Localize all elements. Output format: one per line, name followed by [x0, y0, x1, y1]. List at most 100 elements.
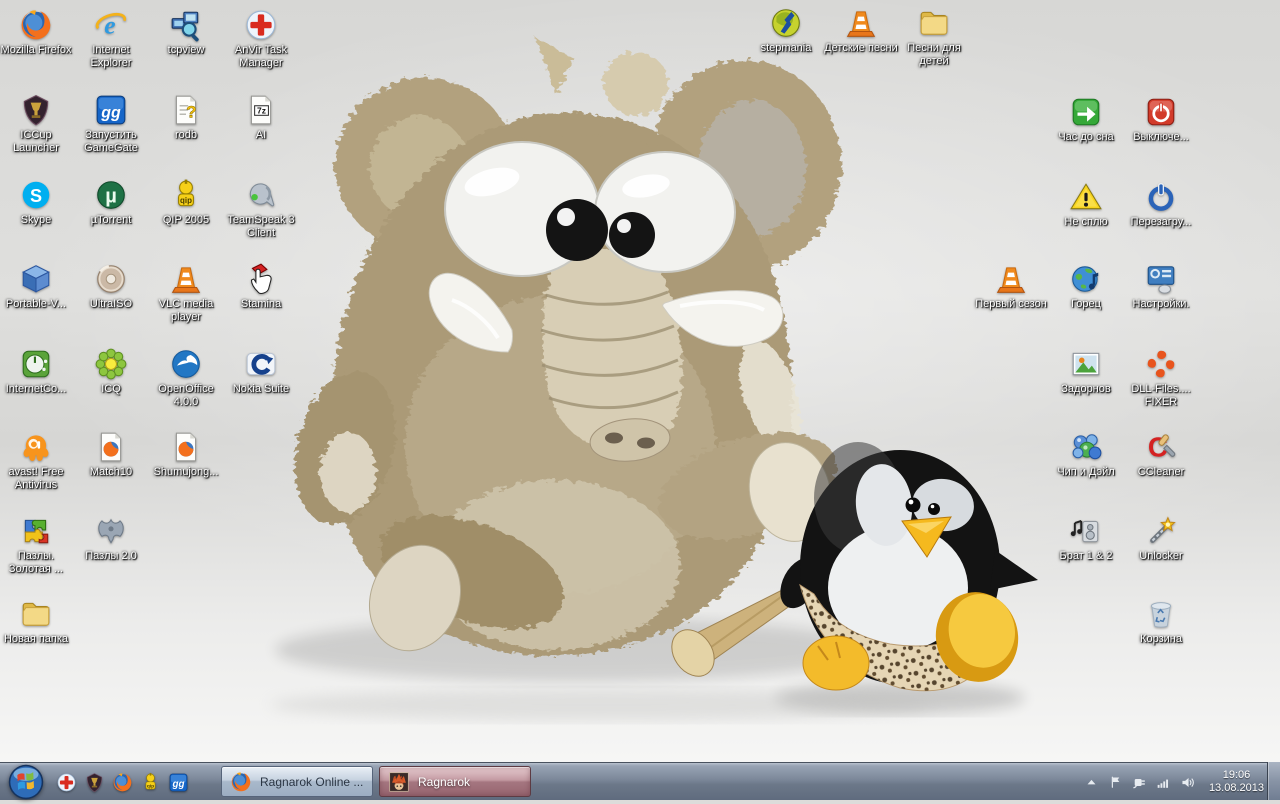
svg-text:µ: µ — [105, 185, 117, 207]
desktop-icon-label: CCleaner — [1137, 466, 1185, 478]
desktop-icon-label: tcpview — [167, 44, 205, 56]
desktop-icon-brat-1-i-2[interactable]: Брат 1 & 2 — [1046, 514, 1126, 563]
picture-icon — [1069, 347, 1103, 381]
desktop-icon-zadornov[interactable]: Задорнов — [1046, 347, 1126, 396]
desktop-icon-teamspeak-3-client[interactable]: TeamSpeak 3 Client — [221, 178, 301, 240]
desktop-icon-label: QIP 2005 — [162, 214, 210, 226]
quicklaunch-firefox-button[interactable] — [112, 772, 133, 793]
settings_monitor-icon — [1144, 262, 1178, 296]
avast-icon — [19, 430, 53, 464]
svg-text:gg: gg — [171, 779, 184, 790]
desktop-icon-zapустit-gamegate[interactable]: gg Запустить GameGate — [71, 93, 151, 155]
window-button-ragnarok-online[interactable]: Ragnarok Online ... — [221, 766, 373, 797]
desktop-icon-internetco[interactable]: InternetCo... — [0, 347, 76, 396]
desktop-icon-puzzles-2-0[interactable]: Пазлы 2.0 — [71, 514, 151, 563]
taskbar-window-buttons: Ragnarok Online ... Ragnarok — [221, 766, 531, 797]
desktop-icon-nokia-suite[interactable]: Nokia Suite — [221, 347, 301, 396]
desktop-icon-label: Unlocker — [1139, 550, 1183, 562]
show-hidden-icons-icon[interactable] — [1083, 774, 1100, 791]
desktop-icon-label: Час до сна — [1058, 131, 1114, 143]
desktop-icon-chip-i-dale[interactable]: Чип и Дэйл — [1046, 430, 1126, 479]
desktop-icon-label: Match10 — [89, 466, 133, 478]
tcpview-icon — [169, 8, 203, 42]
desktop-icon-detskie-pesni[interactable]: Детские песни — [821, 6, 901, 55]
desktop-icon-label: InternetCo... — [5, 383, 67, 395]
desktop-icon-iccup-launcher[interactable]: ICCup Launcher — [0, 93, 76, 155]
desktop-icon-label: Shumujong... — [153, 466, 219, 478]
puzzle2-icon — [94, 514, 128, 548]
desktop-icon-ne-splyu[interactable]: Не сплю — [1046, 180, 1126, 229]
safely-remove-hardware-icon[interactable] — [1131, 774, 1148, 791]
desktop-icon-dll-files-fixer[interactable]: DLL-Files.... FIXER — [1121, 347, 1201, 409]
desktop-icon-qip-2005[interactable]: qip QIP 2005 — [146, 178, 226, 227]
recyclebin-icon — [1144, 597, 1178, 631]
quicklaunch-qip-button[interactable]: qip — [140, 772, 161, 793]
desktop-icon-label: Выключе... — [1133, 131, 1189, 143]
quicklaunch-anvir-button[interactable] — [56, 772, 77, 793]
svg-text:7z: 7z — [257, 106, 266, 116]
desktop-icon-korzina[interactable]: Корзина — [1121, 597, 1201, 646]
show-desktop-button[interactable] — [1267, 762, 1280, 800]
desktop-icon-perezagruzka[interactable]: Перезагру... — [1121, 180, 1201, 229]
desktop-icon-novaya-papka[interactable]: Новая папка — [0, 597, 76, 646]
desktop-icon-label: avast! Free Antivirus — [8, 466, 64, 491]
quicklaunch-gamegate-button[interactable]: gg — [168, 772, 189, 793]
desktop-icon-unlocker[interactable]: Unlocker — [1121, 514, 1201, 563]
ie-icon: e — [94, 8, 128, 42]
action-center-icon[interactable] — [1107, 774, 1124, 791]
desktop-icon-chas-do-sna[interactable]: Час до сна — [1046, 95, 1126, 144]
desktop-icon-skype[interactable]: S Skype — [0, 178, 76, 227]
desktop-icon-label: DLL-Files.... FIXER — [1131, 383, 1191, 408]
gg-icon: gg — [94, 93, 128, 127]
svg-text:qip: qip — [180, 196, 192, 205]
volume-icon[interactable] — [1179, 774, 1196, 791]
unlocker-icon — [1144, 514, 1178, 548]
icq-icon — [94, 347, 128, 381]
warning-icon — [1069, 180, 1103, 214]
desktop-icon-utorrent[interactable]: µ µTorrent — [71, 178, 151, 227]
desktop-icon-ai[interactable]: 7z AI — [221, 93, 301, 142]
desktop-icon-ccleaner[interactable]: C CCleaner — [1121, 430, 1201, 479]
desktop-icon-vlc-media-player[interactable]: VLC media player — [146, 262, 226, 324]
desktop-icon-shumujong[interactable]: Shumujong... — [146, 430, 226, 479]
desktop-icon-match10[interactable]: Match10 — [71, 430, 151, 479]
desktop-icon-stamina[interactable]: Stamina — [221, 262, 301, 311]
taskbar-clock[interactable]: 19:06 13.08.2013 — [1209, 769, 1264, 795]
skype-icon: S — [19, 178, 53, 212]
desktop-icon-tcpview[interactable]: tcpview — [146, 8, 226, 57]
desktop-icon-label: Песни для детей — [907, 42, 961, 67]
desktop-icon-perviy-sezon[interactable]: Первый сезон — [971, 262, 1051, 311]
network-icon[interactable] — [1155, 774, 1172, 791]
desktop-icon-mozilla-firefox[interactable]: Mozilla Firefox — [0, 8, 76, 57]
desktop-icon-gorets[interactable]: Горец — [1046, 262, 1126, 311]
desktop-icon-openoffice-400[interactable]: OpenOffice 4.0.0 — [146, 347, 226, 409]
desktop-icon-vyklyuchenie[interactable]: Выключе... — [1121, 95, 1201, 144]
desktop-icon-icq[interactable]: ICQ — [71, 347, 151, 396]
desktop-icon-stepmania[interactable]: stepmania — [746, 6, 826, 55]
desktop-icon-ultraiso[interactable]: UltraISO — [71, 262, 151, 311]
window-button-ragnarok[interactable]: Ragnarok — [379, 766, 531, 797]
desktop-icon-nastroyki[interactable]: Настройки. — [1121, 262, 1201, 311]
desktop-icon-label: Перезагру... — [1130, 216, 1192, 228]
desktop-icon-label: Чип и Дэйл — [1057, 466, 1115, 478]
folder-icon — [917, 6, 951, 40]
svg-text:S: S — [30, 186, 42, 206]
desktop-icon-pesni-dlya-detey[interactable]: Песни для детей — [894, 6, 974, 68]
start-button[interactable] — [6, 763, 46, 801]
desktop-icon-rodb[interactable]: ? rodb — [146, 93, 226, 142]
desktop-icon-puzzles-golden[interactable]: Пазлы. Золотая ... — [0, 514, 76, 576]
internetco-icon — [19, 347, 53, 381]
nokia-icon — [244, 347, 278, 381]
desktop-icon-portable-virtualbox[interactable]: Portable-V... — [0, 262, 76, 311]
vbox-icon — [19, 262, 53, 296]
quicklaunch-iccup-button[interactable] — [84, 772, 105, 793]
clock-time: 19:06 — [1222, 769, 1251, 781]
desktop-icon-label: Skype — [20, 214, 52, 226]
desktop-icon-anvir-task-manager[interactable]: AnVir Task Manager — [221, 8, 301, 70]
desktop-icon-internet-explorer[interactable]: e Internet Explorer — [71, 8, 151, 70]
desktop-icon-label: AI — [255, 129, 267, 141]
rodb-icon: ? — [169, 93, 203, 127]
power_red-icon — [1144, 95, 1178, 129]
desktop-icon-avast-free-antivirus[interactable]: avast! Free Antivirus — [0, 430, 76, 492]
window-button-label: Ragnarok Online ... — [260, 774, 364, 789]
